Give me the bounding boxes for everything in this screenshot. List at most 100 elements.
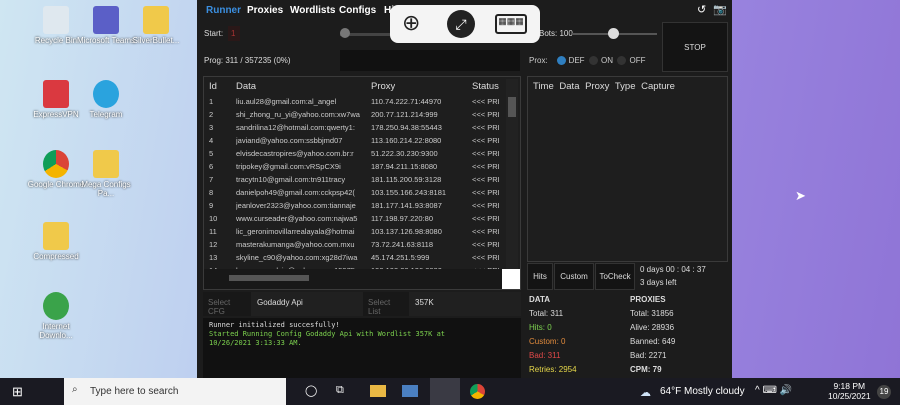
widgets-icon[interactable]: ⧉	[336, 384, 344, 397]
cell-status: <<< PRI	[472, 110, 500, 119]
radio-off[interactable]	[617, 56, 627, 66]
app-icon[interactable]	[402, 385, 418, 397]
zoom-in-icon[interactable]: ⊕	[402, 10, 420, 36]
data-stat: Hits: 0	[529, 323, 552, 332]
data-table: Id Data Proxy Status 1 liu.aul28@gmail.co…	[203, 76, 521, 290]
tray-icons[interactable]: ^ ⌨ 🔊	[755, 385, 792, 396]
desktop-icon-idm[interactable]: Internet Downlo...	[26, 292, 86, 340]
cell-status: <<< PRI	[472, 227, 500, 236]
cell-status: <<< PRI	[472, 201, 500, 210]
weather-text[interactable]: 64°F Mostly cloudy	[660, 386, 745, 397]
cell-status: <<< PRI	[472, 136, 500, 145]
col-status[interactable]: Status	[472, 81, 499, 92]
cell-status: <<< PRI	[472, 214, 500, 223]
days-left: 3 days left	[640, 278, 677, 287]
col-id[interactable]: Id	[209, 81, 217, 92]
cell-proxy: 45.174.251.5:999	[371, 253, 430, 262]
desktop-icon-mega-configs[interactable]: Mega Configs Pa...	[76, 150, 136, 198]
desktop-icon-telegram[interactable]: Telegram	[76, 80, 136, 119]
cell-data: masterakumanga@yahoo.com.mxu	[236, 240, 355, 249]
cell-status: <<< PRI	[472, 240, 500, 249]
icon-label: Recycle Bin	[34, 36, 78, 45]
proxy-stat: Total: 31856	[630, 309, 674, 318]
table-header: Id Data Proxy Status	[204, 79, 504, 95]
search-placeholder: Type here to search	[90, 386, 179, 397]
col-proxy[interactable]: Proxy	[371, 81, 395, 92]
log-console: Runner initialized succesfully! Started …	[203, 318, 521, 378]
radio-def[interactable]	[556, 56, 566, 66]
start-slider-thumb[interactable]	[340, 28, 350, 38]
radio-off-label: OFF	[629, 56, 646, 65]
clock[interactable]: 9:18 PM 10/25/2021	[828, 381, 871, 401]
bots-slider-thumb[interactable]	[608, 28, 619, 39]
cell-proxy: 113.160.214.22:8080	[371, 136, 442, 145]
remote-desktop-icon[interactable]: ⤢	[447, 10, 475, 38]
elapsed-timer: 0 days 00 : 04 : 37	[640, 265, 706, 274]
tocheck-tab[interactable]: ToCheck	[595, 263, 635, 290]
proxy-stat: Alive: 28936	[630, 323, 675, 332]
col-capture[interactable]: Capture	[641, 81, 675, 92]
data-stat: Retries: 2954	[529, 365, 577, 374]
hits-tab[interactable]: Hits	[527, 263, 553, 290]
data-stats-title: DATA	[529, 295, 551, 304]
horizontal-scrollbar[interactable]	[204, 269, 504, 289]
clock-time: 9:18 PM	[833, 381, 866, 391]
task-view-icon[interactable]: ◯	[305, 384, 317, 397]
runner-taskbar-icon[interactable]	[430, 378, 460, 405]
start-button[interactable]: ⊞	[12, 384, 23, 400]
progress-bar	[340, 50, 520, 71]
tab-runner[interactable]: Runner	[206, 5, 241, 16]
taskbar-search[interactable]: ⌕ Type here to search	[64, 378, 286, 405]
cell-data: shi_zhong_ru_yi@yahoo.com:xw7wa	[236, 110, 360, 119]
cell-proxy: 110.74.222.71:44970	[371, 97, 442, 106]
cell-proxy: 181.177.141.93:8087	[371, 201, 442, 210]
desktop-icon-compressed[interactable]: Compressed	[26, 222, 86, 261]
cell-data: javiand@yahoo.com:ssbbjmd07	[236, 136, 343, 145]
col-proxy[interactable]: Proxy	[585, 81, 609, 92]
icon-label: SilverBullet...	[132, 36, 180, 45]
log-line: Runner initialized succesfully!	[209, 321, 340, 329]
log-line: 10/26/2021 3:13:33 AM.	[209, 339, 302, 347]
select-list-dropdown[interactable]: 357K	[415, 298, 434, 307]
cell-status: <<< PRI	[472, 188, 500, 197]
col-type[interactable]: Type	[615, 81, 636, 92]
start-input[interactable]: 1	[228, 26, 240, 41]
chrome-taskbar-icon[interactable]	[470, 384, 485, 399]
radio-def-label: DEF	[568, 56, 585, 65]
stop-button[interactable]: STOP	[662, 22, 728, 72]
cell-data: tracytn10@gmail.com:tn911tracy	[236, 175, 346, 184]
log-line: Started Running Config Godaddy Api with …	[209, 330, 446, 338]
cell-proxy: 117.198.97.220:80	[371, 214, 434, 223]
radio-on[interactable]	[589, 56, 599, 66]
scroll-corner	[502, 269, 520, 289]
cell-proxy: 51.222.30.230:9300	[371, 149, 438, 158]
runner-window: Runner Proxies Wordlists Configs Hi Star…	[197, 0, 732, 378]
col-time[interactable]: Time	[533, 81, 554, 92]
cell-status: <<< PRI	[472, 175, 500, 184]
tab-configs[interactable]: Configs	[339, 5, 376, 16]
reset-icon[interactable]: ↺	[697, 3, 706, 16]
select-row: Select CFG Godaddy Api Select List 357K	[203, 292, 521, 316]
search-icon: ⌕	[72, 384, 78, 395]
cell-status: <<< PRI	[472, 253, 500, 262]
vertical-scrollbar[interactable]	[506, 79, 518, 269]
col-data[interactable]: Data	[236, 81, 256, 92]
screenshot-icon[interactable]: 📷	[713, 3, 727, 16]
cell-status: <<< PRI	[472, 162, 500, 171]
cell-proxy: 73.72.241.63:8118	[371, 240, 434, 249]
tab-proxies[interactable]: Proxies	[247, 5, 283, 16]
taskbar: ⊞ ⌕ Type here to search ◯ ⧉ ☁ 64°F Mostly…	[0, 378, 900, 405]
hits-table: Time Data Proxy Type Capture	[527, 76, 728, 262]
custom-tab[interactable]: Custom	[554, 263, 594, 290]
col-data[interactable]: Data	[559, 81, 579, 92]
file-explorer-icon[interactable]	[370, 385, 386, 397]
cell-data: jeanlover2323@yahoo.com:tiannaje	[236, 201, 356, 210]
radio-on-label: ON	[601, 56, 614, 65]
notifications-badge[interactable]: 19	[877, 385, 891, 399]
cell-data: elvisdecastropires@yahoo.com.br:r	[236, 149, 354, 158]
desktop-icon-silverbullet[interactable]: SilverBullet...	[126, 6, 186, 45]
tab-wordlists[interactable]: Wordlists	[290, 5, 335, 16]
select-cfg-dropdown[interactable]: Godaddy Api	[257, 298, 303, 307]
bots-label-text: Bots:	[539, 29, 558, 38]
keyboard-icon[interactable]: ▦▦▦	[495, 14, 527, 34]
